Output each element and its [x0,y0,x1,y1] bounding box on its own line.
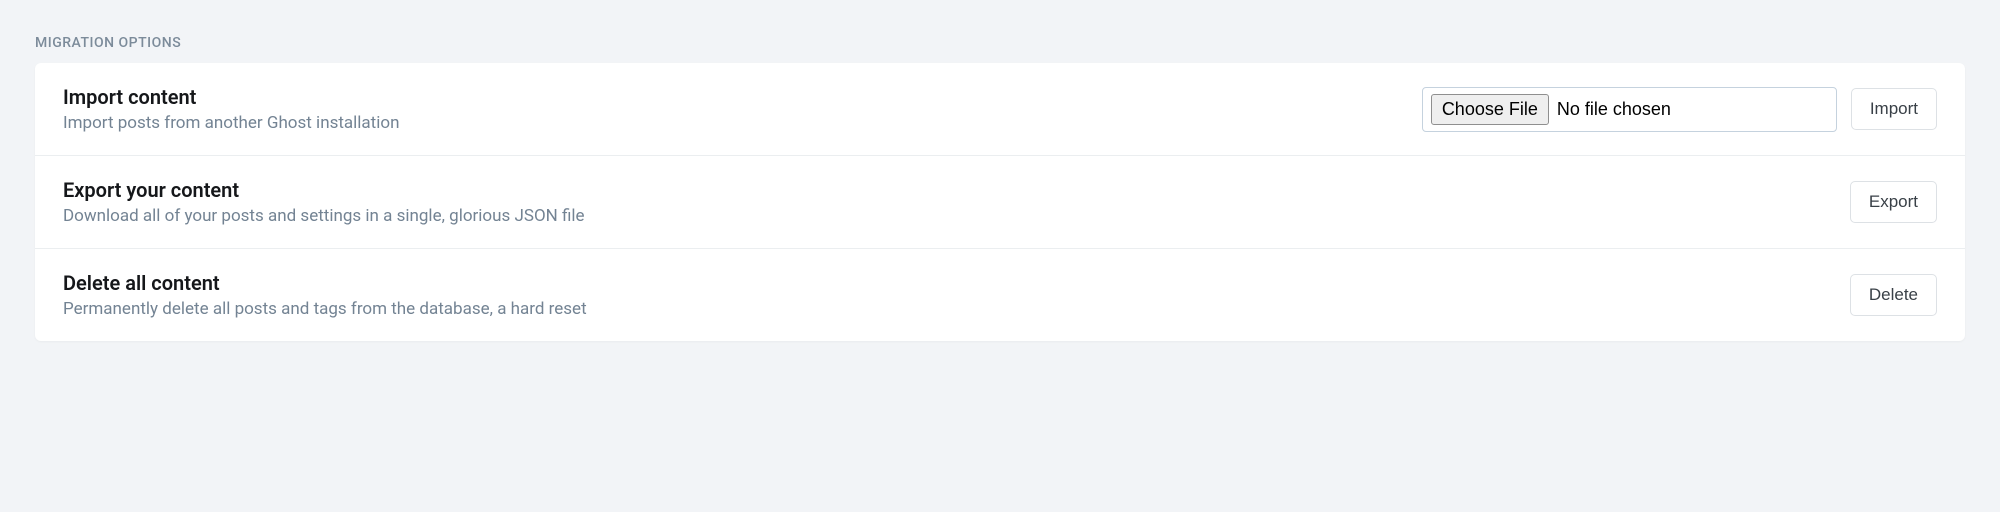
export-content-title: Export your content [63,178,1850,202]
export-content-info: Export your content Download all of your… [63,178,1850,226]
export-content-row: Export your content Download all of your… [35,156,1965,249]
delete-button[interactable]: Delete [1850,274,1937,316]
choose-file-button[interactable]: Choose File [1431,94,1549,125]
export-content-controls: Export [1850,181,1937,223]
delete-content-description: Permanently delete all posts and tags fr… [63,299,1850,319]
import-button[interactable]: Import [1851,88,1937,130]
import-content-title: Import content [63,85,1422,109]
migration-options-card: Import content Import posts from another… [35,63,1965,341]
import-content-description: Import posts from another Ghost installa… [63,113,1422,133]
import-content-info: Import content Import posts from another… [63,85,1422,133]
delete-content-info: Delete all content Permanently delete al… [63,271,1850,319]
export-button[interactable]: Export [1850,181,1937,223]
delete-content-controls: Delete [1850,274,1937,316]
import-content-controls: Choose File No file chosen Import [1422,87,1937,132]
file-chosen-status: No file chosen [1557,99,1671,120]
section-header: MIGRATION OPTIONS [35,35,1965,51]
delete-content-row: Delete all content Permanently delete al… [35,249,1965,341]
delete-content-title: Delete all content [63,271,1850,295]
file-input[interactable]: Choose File No file chosen [1422,87,1837,132]
import-content-row: Import content Import posts from another… [35,63,1965,156]
export-content-description: Download all of your posts and settings … [63,206,1850,226]
